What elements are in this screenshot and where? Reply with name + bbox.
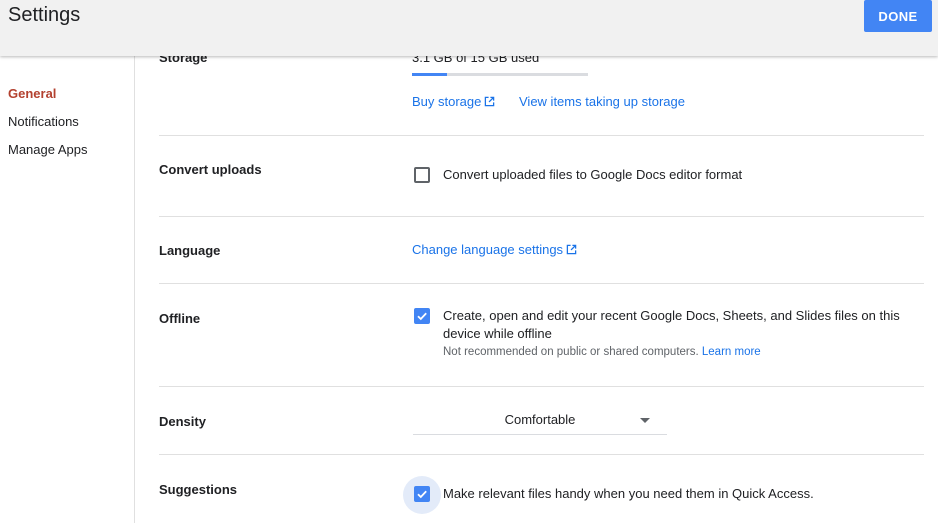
row-divider — [159, 454, 924, 455]
settings-content: Storage 3.1 GB of 15 GB used Buy storage… — [159, 0, 924, 523]
offline-option-line2: device while offline — [443, 326, 552, 341]
density-select[interactable]: Comfortable — [413, 406, 667, 435]
row-divider — [159, 216, 924, 217]
density-selected-value: Comfortable — [504, 412, 576, 427]
checkmark-icon — [417, 312, 427, 321]
suggestions-option: Make relevant files handy when you need … — [443, 486, 814, 501]
row-divider — [159, 386, 924, 387]
offline-checkbox[interactable] — [414, 308, 430, 324]
suggestions-label: Suggestions — [159, 482, 238, 497]
offline-note-text: Not recommended on public or shared comp… — [443, 346, 699, 358]
external-link-icon — [566, 244, 577, 255]
offline-option-line1: Create, open and edit your recent Google… — [443, 308, 900, 323]
done-button[interactable]: DONE — [864, 0, 932, 32]
external-link-icon — [485, 96, 495, 107]
convert-uploads-label: Convert uploads — [159, 162, 262, 177]
row-divider — [159, 283, 924, 284]
convert-uploads-checkbox[interactable] — [414, 167, 430, 183]
settings-header: Settings DONE — [0, 0, 938, 56]
density-label: Density — [159, 414, 206, 429]
storage-progress-fill — [412, 73, 448, 76]
change-language-link[interactable]: Change language settings — [412, 242, 577, 257]
buy-storage-link[interactable]: Buy storage — [412, 94, 495, 109]
checkmark-icon — [417, 490, 427, 499]
language-label: Language — [159, 243, 221, 258]
convert-uploads-option: Convert uploaded files to Google Docs ed… — [443, 167, 743, 182]
dropdown-arrow-icon — [640, 418, 650, 423]
learn-more-link[interactable]: Learn more — [702, 346, 761, 358]
row-divider — [159, 135, 924, 136]
storage-progress-bar — [412, 73, 588, 76]
page-title: Settings — [8, 4, 81, 26]
sidebar-item-general[interactable]: General — [8, 86, 56, 101]
suggestions-checkbox[interactable] — [414, 486, 430, 502]
settings-sidebar: General Notifications Manage Apps — [0, 56, 135, 523]
sidebar-item-manage-apps[interactable]: Manage Apps — [8, 142, 88, 157]
storage-links: Buy storage View items taking up storage — [412, 94, 685, 109]
language-control: Change language settings — [412, 242, 577, 257]
offline-label: Offline — [159, 311, 201, 326]
view-items-storage-link[interactable]: View items taking up storage — [519, 94, 685, 109]
offline-note: Not recommended on public or shared comp… — [443, 346, 761, 358]
sidebar-item-notifications[interactable]: Notifications — [8, 114, 79, 129]
